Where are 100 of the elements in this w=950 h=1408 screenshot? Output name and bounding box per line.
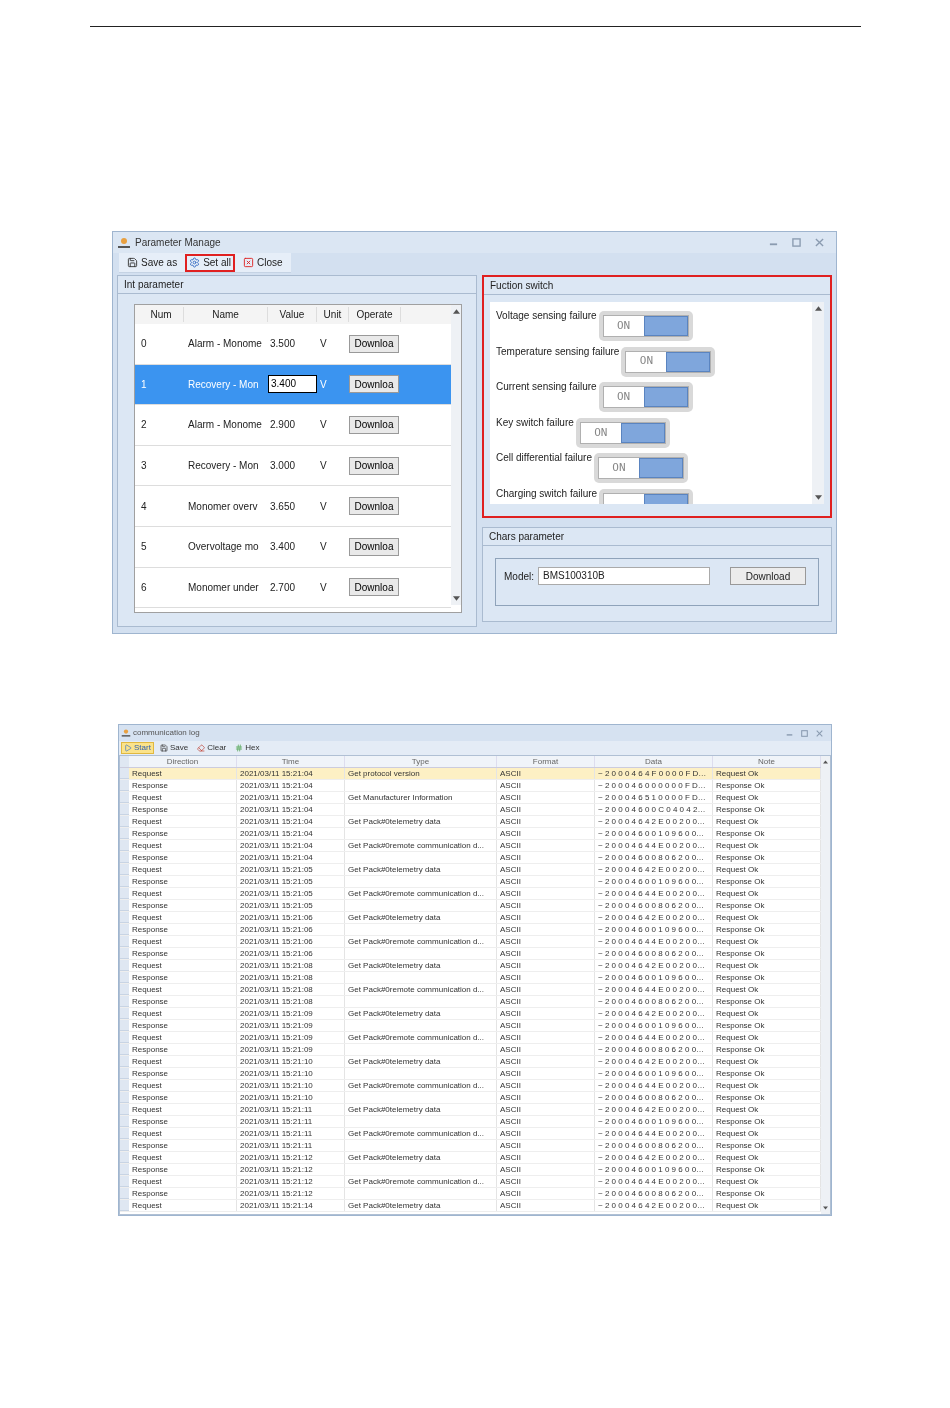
row-header[interactable] [120,1188,129,1199]
log-row[interactable]: Request 2021/03/11 15:21:09 Get Pack#0remote communication d... ASCII ~ 2 0 0 0 4 6 4 4 E 0 0 2 0 0… Request Ok [120,1032,821,1044]
row-header[interactable] [120,828,129,839]
log-row[interactable]: Request 2021/03/11 15:21:05 Get Pack#0telemetry data ASCII ~ 2 0 0 0 4 6 4 2 E 0 0 2 0 0… Request Ok [120,864,821,876]
row-header[interactable] [120,840,129,851]
log-row[interactable]: Request 2021/03/11 15:21:06 Get Pack#0remote communication d... ASCII ~ 2 0 0 0 4 6 4 4 E 0 0 2 0 0… Request Ok [120,936,821,948]
download-button[interactable]: Downloa [349,497,399,516]
column-header[interactable]: Num [139,307,184,322]
log-row[interactable]: Request 2021/03/11 15:21:06 Get Pack#0telemetry data ASCII ~ 2 0 0 0 4 6 4 2 E 0 0 2 0 0… Request Ok [120,912,821,924]
close-icon[interactable] [816,729,823,737]
scroll-down-icon[interactable] [814,495,822,500]
log-row[interactable]: Response 2021/03/11 15:21:09 ASCII ~ 2 0 0 0 4 6 0 0 8 0 6 2 0 0… Response Ok [120,1044,821,1056]
log-row[interactable]: Request 2021/03/11 15:21:04 Get Pack#0telemetry data ASCII ~ 2 0 0 0 4 6 4 2 E 0 0 2 0 0… Request Ok [120,816,821,828]
log-row[interactable]: Response 2021/03/11 15:21:04 ASCII ~ 2 0 0 0 4 6 0 0 C 0 4 0 4 2… Response Ok [120,804,821,816]
column-header[interactable]: Data [595,756,713,767]
row-header[interactable] [120,864,129,875]
row-header[interactable] [120,1092,129,1103]
log-row[interactable]: Response 2021/03/11 15:21:06 ASCII ~ 2 0 0 0 4 6 0 0 8 0 6 2 0 0… Response Ok [120,948,821,960]
log-row[interactable]: Request 2021/03/11 15:21:11 Get Pack#0remote communication d... ASCII ~ 2 0 0 0 4 6 4 4 E 0 0 2 0 0… Request Ok [120,1128,821,1140]
row-header[interactable] [120,1164,129,1175]
toolbar-button[interactable]: Hex [232,742,263,754]
download-button[interactable]: Downloa [349,416,399,434]
row-header[interactable] [120,960,129,971]
scrollbar[interactable] [821,756,830,1214]
log-row[interactable]: Request 2021/03/11 15:21:04 Get protocol version ASCII ~ 2 0 0 0 4 6 4 F 0 0 0 0 F D… Request Ok [120,768,821,780]
toolbar-button[interactable]: Set all [185,253,235,272]
log-row[interactable]: Response 2021/03/11 15:21:08 ASCII ~ 2 0 0 0 4 6 0 0 8 0 6 2 0 0… Response Ok [120,996,821,1008]
column-header[interactable]: Direction [129,756,237,767]
log-row[interactable]: Request 2021/03/11 15:21:10 Get Pack#0telemetry data ASCII ~ 2 0 0 0 4 6 4 2 E 0 0 2 0 0… Request Ok [120,1056,821,1068]
download-button[interactable]: Downloa [349,537,399,556]
table-row[interactable]: 1 Recovery - Mon 3.400 V Downloa [135,364,451,406]
row-header[interactable] [120,1104,129,1115]
row-header[interactable] [120,924,129,935]
toggle-switch[interactable]: ON [621,346,716,377]
table-row[interactable]: 5 Overvoltage mo 3.400 V Downloa [135,526,451,568]
log-row[interactable]: Response 2021/03/11 15:21:04 ASCII ~ 2 0 0 0 4 6 0 0 8 0 6 2 0 0… Response Ok [120,852,821,864]
row-header[interactable] [120,1008,129,1019]
scrollbar[interactable] [812,302,824,504]
row-header[interactable] [120,1056,129,1067]
column-header[interactable]: Value [268,307,317,322]
row-header[interactable] [120,816,129,827]
row-header[interactable] [120,1032,129,1043]
scroll-down-icon[interactable] [452,596,460,601]
toolbar-button[interactable]: Save as [123,253,182,272]
log-row[interactable]: Response 2021/03/11 15:21:06 ASCII ~ 2 0 0 0 4 6 0 0 1 0 9 6 0 0… Response Ok [120,924,821,936]
log-row[interactable]: Response 2021/03/11 15:21:09 ASCII ~ 2 0 0 0 4 6 0 0 1 0 9 6 0 0… Response Ok [120,1020,821,1032]
row-header[interactable] [120,1044,129,1055]
log-row[interactable]: Request 2021/03/11 15:21:05 Get Pack#0remote communication d... ASCII ~ 2 0 0 0 4 6 4 4 E 0 0 2 0 0… Request Ok [120,888,821,900]
log-row[interactable]: Response 2021/03/11 15:21:08 ASCII ~ 2 0 0 0 4 6 0 0 1 0 9 6 0 0… Response Ok [120,972,821,984]
toggle-switch[interactable]: ON [575,417,670,448]
log-row[interactable]: Response 2021/03/11 15:21:10 ASCII ~ 2 0 0 0 4 6 0 0 8 0 6 2 0 0… Response Ok [120,1092,821,1104]
toolbar-button[interactable]: Clear [194,742,230,754]
row-header[interactable] [120,780,129,791]
column-header[interactable]: Format [497,756,595,767]
value-input-field[interactable]: 3.400 [268,375,317,394]
log-row[interactable]: Request 2021/03/11 15:21:04 Get Manufacturer Information ASCII ~ 2 0 0 0 4 6 5 1 0 0 0 0 F D… Request Ok [120,792,821,804]
column-header[interactable]: Unit [317,307,349,322]
log-row[interactable]: Request 2021/03/11 15:21:09 Get Pack#0telemetry data ASCII ~ 2 0 0 0 4 6 4 2 E 0 0 2 0 0… Request Ok [120,1008,821,1020]
toggle-switch[interactable]: ON [598,311,693,341]
row-header[interactable] [120,948,129,959]
row-header[interactable] [120,1116,129,1127]
row-header[interactable] [120,912,129,923]
row-header[interactable] [120,1200,129,1211]
row-header[interactable] [120,936,129,947]
log-row[interactable]: Request 2021/03/11 15:21:11 Get Pack#0telemetry data ASCII ~ 2 0 0 0 4 6 4 2 E 0 0 2 0 0… Request Ok [120,1104,821,1116]
row-header[interactable] [120,1140,129,1151]
row-header[interactable] [120,804,129,815]
row-header[interactable] [120,768,129,779]
table-row[interactable]: 2 Alarm - Monome 2.900 V Downloa [135,405,451,446]
row-header[interactable] [120,1020,129,1031]
maximize-icon[interactable] [801,729,808,737]
row-header[interactable] [120,972,129,983]
log-row[interactable]: Response 2021/03/11 15:21:04 ASCII ~ 2 0 0 0 4 6 0 0 0 0 0 0 F D… Response Ok [120,780,821,792]
row-header[interactable] [120,852,129,863]
log-row[interactable]: Response 2021/03/11 15:21:11 ASCII ~ 2 0 0 0 4 6 0 0 8 0 6 2 0 0… Response Ok [120,1140,821,1152]
toolbar-button[interactable]: Save [156,742,192,754]
log-row[interactable]: Request 2021/03/11 15:21:10 Get Pack#0remote communication d... ASCII ~ 2 0 0 0 4 6 4 4 E 0 0 2 0 0… Request Ok [120,1080,821,1092]
row-header[interactable] [120,1128,129,1139]
toolbar-button[interactable]: Start [121,742,154,754]
column-header[interactable]: Operate [349,307,401,322]
table-row[interactable]: 3 Recovery - Mon 3.000 V Downloa [135,445,451,487]
log-row[interactable]: Request 2021/03/11 15:21:04 Get Pack#0remote communication d... ASCII ~ 2 0 0 0 4 6 4 4 E 0 0 2 0 0… Request Ok [120,840,821,852]
log-row[interactable]: Response 2021/03/11 15:21:12 ASCII ~ 2 0 0 0 4 6 0 0 1 0 9 6 0 0… Response Ok [120,1164,821,1176]
log-row[interactable]: Response 2021/03/11 15:21:10 ASCII ~ 2 0 0 0 4 6 0 0 1 0 9 6 0 0… Response Ok [120,1068,821,1080]
row-header[interactable] [120,900,129,911]
log-row[interactable]: Request 2021/03/11 15:21:08 Get Pack#0telemetry data ASCII ~ 2 0 0 0 4 6 4 2 E 0 0 2 0 0… Request Ok [120,960,821,972]
toolbar-button[interactable]: Close [238,253,287,272]
row-header[interactable] [120,1080,129,1091]
log-row[interactable]: Request 2021/03/11 15:21:14 Get Pack#0telemetry data ASCII ~ 2 0 0 0 4 6 4 2 E 0 0 2 0 0… Request Ok [120,1200,821,1212]
log-row[interactable]: Response 2021/03/11 15:21:05 ASCII ~ 2 0 0 0 4 6 0 0 1 0 9 6 0 0… Response Ok [120,876,821,888]
column-header[interactable]: Type [345,756,497,767]
download-button[interactable]: Downloa [349,578,399,597]
download-button[interactable]: Downloa [349,456,399,475]
maximize-icon[interactable] [792,238,801,247]
row-header[interactable] [120,1176,129,1187]
log-row[interactable]: Response 2021/03/11 15:21:11 ASCII ~ 2 0 0 0 4 6 0 0 1 0 9 6 0 0… Response Ok [120,1116,821,1128]
row-header[interactable] [120,996,129,1007]
table-row[interactable]: 6 Monomer under 2.700 V Downloa [135,567,451,609]
row-header[interactable] [120,1068,129,1079]
close-icon[interactable] [815,238,824,247]
